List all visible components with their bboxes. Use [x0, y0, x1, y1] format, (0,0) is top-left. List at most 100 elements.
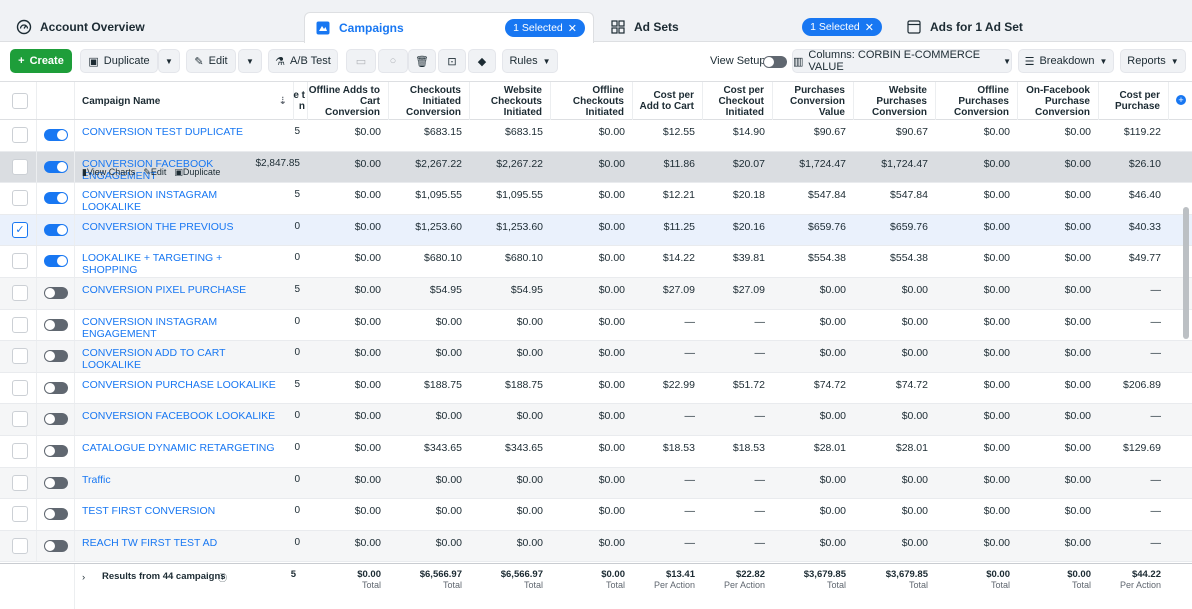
- campaign-status-toggle[interactable]: [44, 287, 68, 299]
- table-row[interactable]: ✓ CONVERSION THE PREVIOUS 0 $0.00 $1,253.60 $…: [0, 214, 1192, 247]
- campaign-status-toggle[interactable]: [44, 476, 68, 489]
- row-checkbox[interactable]: [12, 127, 28, 143]
- expand-chevron-icon[interactable]: ›: [82, 572, 85, 583]
- campaign-status-toggle[interactable]: [44, 160, 68, 173]
- campaign-status-toggle[interactable]: [44, 223, 68, 236]
- metric-cell: $26.10: [1128, 157, 1161, 170]
- metric-cell: $0.00: [598, 536, 625, 549]
- table-row[interactable]: CONVERSION ADD TO CART LOOKALIKE 0 $0.00 $0…: [0, 341, 1192, 373]
- tab-ad-sets[interactable]: Ad Sets 1 Selected ✕: [600, 12, 890, 42]
- header-website-checkouts[interactable]: Website Checkouts Initiated: [470, 82, 551, 120]
- table-row[interactable]: LOOKALIKE + TARGETING + SHOPPING 0 $0.00 $6…: [0, 246, 1192, 278]
- campaign-status-toggle[interactable]: [44, 350, 68, 363]
- header-label: Website Purchases Conversion: [871, 84, 927, 118]
- selected-pill[interactable]: 1 Selected ✕: [802, 18, 882, 36]
- table-header: Campaign Name ⇣ e t n Offline Adds to Ca…: [0, 81, 1192, 120]
- header-partial[interactable]: e t n: [286, 82, 308, 120]
- row-checkbox[interactable]: ✓: [12, 221, 28, 238]
- breakdown-label: Breakdown: [1039, 55, 1095, 67]
- archive-button[interactable]: ▭: [346, 49, 376, 73]
- select-all-checkbox[interactable]: [12, 93, 28, 109]
- row-checkbox[interactable]: [12, 411, 28, 428]
- metric-cell: $0.00: [901, 536, 928, 549]
- campaign-status-toggle[interactable]: [44, 413, 68, 426]
- duplicate-button[interactable]: ▣ Duplicate: [80, 49, 158, 73]
- campaign-status-toggle[interactable]: [44, 192, 68, 205]
- header-on-facebook-purchase[interactable]: On-Facebook Purchase Conversion: [1018, 82, 1099, 120]
- row-checkbox[interactable]: [12, 537, 28, 554]
- metric-cell: $680.10: [424, 252, 462, 265]
- metric-cell: —: [1150, 284, 1162, 296]
- table-row[interactable]: CONVERSION PURCHASE LOOKALIKE 5 $0.00 $188.…: [0, 372, 1192, 405]
- footer-total-value: $3,679.85: [885, 569, 928, 580]
- ab-test-button[interactable]: ⚗ A/B Test: [268, 49, 338, 73]
- footer-total-sub: Total: [990, 580, 1010, 590]
- reports-button[interactable]: Reports ▼: [1120, 49, 1186, 73]
- table-row[interactable]: Traffic 0 $0.00 $0.00 $0.00 $0.00— — $0.00 $0.00…: [0, 467, 1192, 500]
- row-checkbox[interactable]: [12, 285, 28, 301]
- row-checkbox[interactable]: [12, 379, 28, 396]
- header-campaign-name[interactable]: Campaign Name ⇣: [74, 82, 294, 120]
- table-row[interactable]: CONVERSION INSTAGRAM ENGAGEMENT 0 $0.00 $0.…: [0, 309, 1192, 342]
- columns-button[interactable]: ▥ Columns: CORBIN E-COMMERCE VALUE ▼: [792, 49, 1012, 73]
- table-row[interactable]: CONVERSION FACEBOOK LOOKALIKE 0 $0.00 $0.00…: [0, 404, 1192, 436]
- campaign-status-toggle[interactable]: [44, 539, 68, 552]
- preview-button[interactable]: ⊡: [438, 49, 466, 73]
- tab-account-overview[interactable]: Account Overview: [6, 12, 298, 42]
- table-row[interactable]: CONVERSION TEST DUPLICATE 5 $0.00 $683.15 $6…: [0, 120, 1192, 152]
- selected-pill[interactable]: 1 Selected ✕: [505, 19, 585, 37]
- header-website-purchases[interactable]: Website Purchases Conversion: [854, 82, 936, 120]
- table-row[interactable]: CATALOGUE DYNAMIC RETARGETING 0 $0.00 $343.…: [0, 436, 1192, 468]
- table-row[interactable]: TEST FIRST CONVERSION 0 $0.00 $0.00 $0.00 $0.…: [0, 499, 1192, 531]
- delete-button[interactable]: 🗑: [408, 49, 436, 73]
- rules-button[interactable]: Rules ▼: [502, 49, 558, 73]
- table-row[interactable]: CONVERSION PIXEL PURCHASE 5 $0.00 $54.95 $54…: [0, 278, 1192, 310]
- row-checkbox[interactable]: [12, 253, 28, 270]
- header-checkouts-initiated[interactable]: Checkouts Initiated Conversion: [389, 82, 470, 120]
- campaign-status-toggle[interactable]: [44, 381, 68, 394]
- row-checkbox[interactable]: [12, 158, 28, 175]
- header-offline-purchases[interactable]: Offline Purchases Conversion: [936, 82, 1018, 120]
- row-checkbox[interactable]: [12, 443, 28, 459]
- campaign-status-toggle[interactable]: [44, 445, 68, 457]
- metric-cell: $0.00: [983, 378, 1010, 391]
- edit-link[interactable]: ✎Edit: [143, 167, 166, 178]
- header-offline-adds-to-cart[interactable]: Offline Adds to Cart Conversion: [308, 82, 389, 120]
- close-icon[interactable]: ✕: [568, 22, 577, 35]
- tab-campaigns[interactable]: Campaigns 1 Selected ✕: [304, 12, 594, 43]
- table-row[interactable]: REACH TW FIRST TEST AD 0 $0.00 $0.00 $0.00 $0…: [0, 530, 1192, 563]
- close-icon[interactable]: ✕: [865, 21, 874, 34]
- info-icon[interactable]: ⓘ: [218, 571, 227, 584]
- campaign-status-toggle[interactable]: [44, 318, 68, 331]
- campaign-status-toggle[interactable]: [44, 129, 68, 141]
- footer-partial-value: 5: [290, 569, 296, 580]
- table-row[interactable]: CONVERSION FACEBOOK ENGAGEMENT $2,847.85 $…: [0, 151, 1192, 184]
- row-checkbox[interactable]: [12, 316, 28, 333]
- breakdown-button[interactable]: ☰ Breakdown ▼: [1018, 49, 1114, 73]
- header-cost-per-add-to-cart[interactable]: Cost per Add to Cart: [633, 82, 703, 120]
- row-checkbox[interactable]: [12, 348, 28, 365]
- row-checkbox[interactable]: [12, 474, 28, 491]
- restore-button[interactable]: ○: [378, 49, 408, 73]
- view-setup-toggle[interactable]: [763, 56, 787, 68]
- row-checkbox[interactable]: [12, 190, 28, 207]
- add-column-icon[interactable]: +: [1176, 95, 1186, 105]
- view-charts-link[interactable]: ▮View Charts: [82, 167, 135, 178]
- edit-button[interactable]: ✎ Edit: [186, 49, 236, 73]
- duplicate-dropdown[interactable]: ▼: [158, 49, 180, 73]
- vertical-scrollbar[interactable]: [1183, 207, 1189, 339]
- header-cost-per-purchase[interactable]: Cost per Purchase: [1099, 82, 1169, 120]
- edit-dropdown[interactable]: ▼: [238, 49, 262, 73]
- metric-cell: $0.00: [819, 536, 846, 549]
- header-cost-per-checkout[interactable]: Cost per Checkout Initiated: [703, 82, 773, 120]
- campaign-status-toggle[interactable]: [44, 508, 68, 521]
- tab-ads[interactable]: Ads for 1 Ad Set: [896, 12, 1192, 42]
- duplicate-link[interactable]: ▣Duplicate: [174, 167, 220, 178]
- header-offline-checkouts[interactable]: Offline Checkouts Initiated: [551, 82, 633, 120]
- header-purchases-value[interactable]: Purchases Conversion Value: [773, 82, 854, 120]
- tag-button[interactable]: ◆: [468, 49, 496, 73]
- campaign-status-toggle[interactable]: [44, 255, 68, 268]
- row-checkbox[interactable]: [12, 506, 28, 523]
- create-button[interactable]: + Create: [10, 49, 72, 73]
- table-row[interactable]: CONVERSION INSTAGRAM LOOKALIKE 5 $0.00 $1,0…: [0, 183, 1192, 215]
